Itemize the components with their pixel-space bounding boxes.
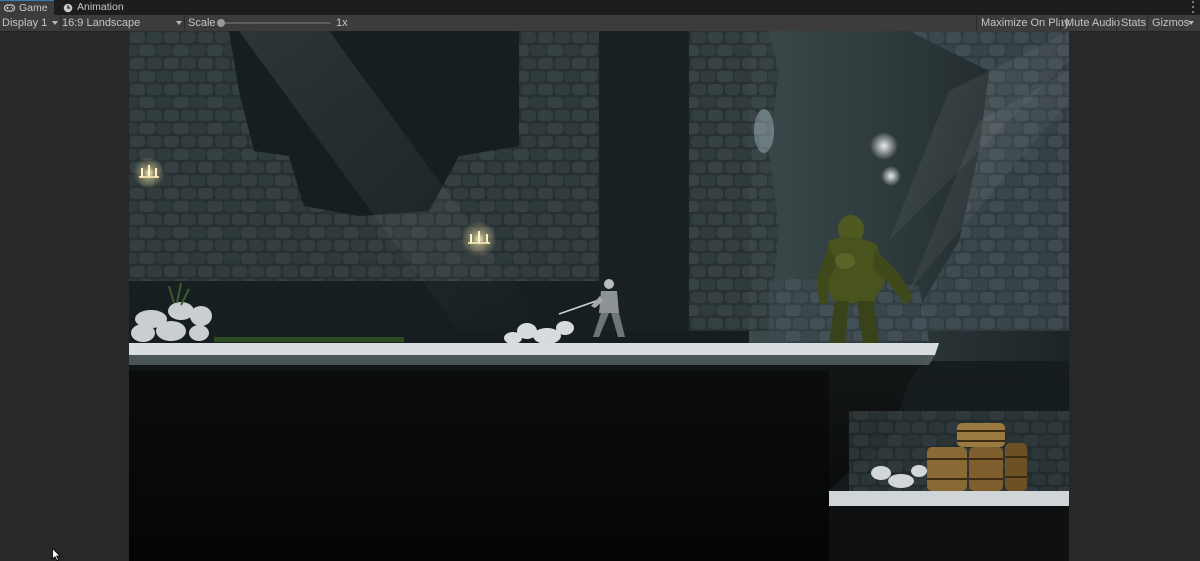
scale-slider[interactable] (217, 15, 331, 31)
game-scene (129, 31, 1069, 561)
display-dropdown[interactable]: Display 1 (0, 15, 61, 31)
scale-slider-track[interactable] (219, 22, 331, 24)
display-dropdown-value: Display 1 (2, 17, 48, 29)
game-toolbar: Display 1 16:9 Landscape Scale 1x Maximi… (0, 15, 1200, 32)
game-viewport[interactable] (129, 31, 1069, 561)
gamepad-icon (4, 3, 15, 14)
more-options-icon[interactable] (1190, 1, 1196, 13)
chevron-down-icon (1188, 21, 1194, 25)
gizmos-dropdown[interactable]: Gizmos (1147, 15, 1196, 31)
chandelier-icon (133, 157, 165, 189)
tab-animation[interactable]: Animation (58, 0, 138, 15)
tab-game-label: Game (19, 1, 48, 14)
aspect-ratio-value: 16:9 Landscape (62, 17, 141, 29)
scale-value: 1x (336, 17, 348, 29)
mute-audio-button[interactable]: Mute Audio (1060, 15, 1122, 31)
aspect-ratio-dropdown[interactable]: 16:9 Landscape (60, 15, 185, 31)
chevron-down-icon (176, 21, 182, 25)
gizmos-label: Gizmos (1152, 17, 1190, 29)
scale-slider-handle[interactable] (217, 19, 225, 27)
chevron-down-icon (52, 21, 58, 25)
tab-animation-label: Animation (77, 1, 124, 13)
tab-strip: Game Animation (0, 0, 1200, 15)
maximize-on-play-button[interactable]: Maximize On Play (976, 15, 1070, 31)
scale-label: Scale (188, 17, 216, 29)
mouse-cursor-icon (52, 548, 61, 561)
chandelier-icon (461, 221, 497, 257)
tab-game[interactable]: Game (0, 0, 54, 15)
clock-icon (62, 2, 73, 13)
